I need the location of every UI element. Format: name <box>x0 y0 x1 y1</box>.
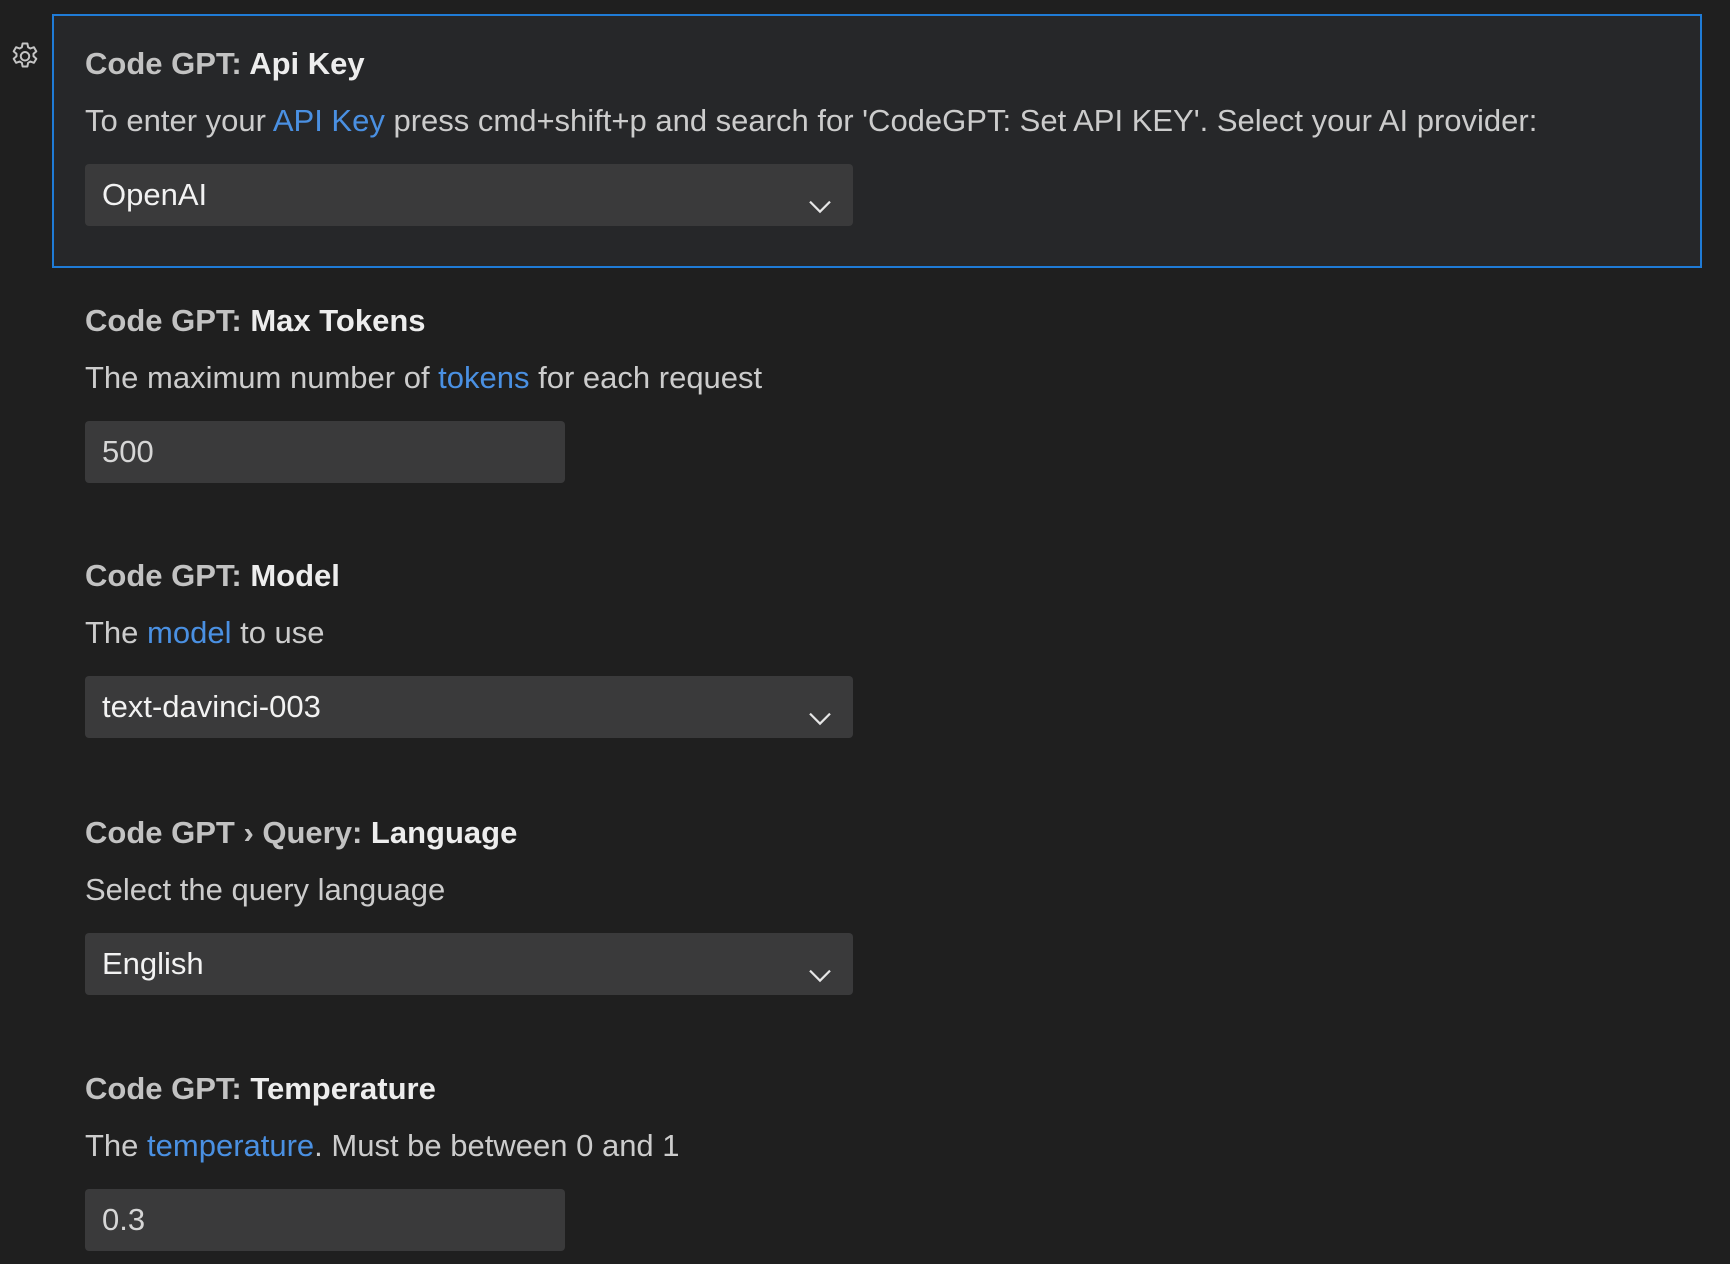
settings-pane: Code GPT: Api Key To enter your API Key … <box>0 0 1730 1264</box>
query-language-dropdown[interactable]: English <box>85 933 853 995</box>
max-tokens-input[interactable] <box>85 421 565 483</box>
ai-provider-dropdown[interactable]: OpenAI <box>85 164 853 226</box>
setting-title: Code GPT: Model <box>85 558 340 593</box>
model-link[interactable]: model <box>147 615 231 650</box>
setting-description: The temperature. Must be between 0 and 1 <box>85 1128 680 1163</box>
chevron-down-icon <box>805 692 835 726</box>
setting-description: The maximum number of tokens for each re… <box>85 360 763 395</box>
model-dropdown[interactable]: text-davinci-003 <box>85 676 853 738</box>
setting-title: Code GPT: Temperature <box>85 1071 436 1106</box>
setting-max-tokens: Code GPT: Max Tokens The maximum number … <box>52 301 1702 483</box>
setting-description: The model to use <box>85 615 325 650</box>
setting-description: Select the query language <box>85 872 446 907</box>
dropdown-value: OpenAI <box>102 177 208 212</box>
setting-temperature: Code GPT: Temperature The temperature. M… <box>52 1069 1702 1251</box>
setting-model: Code GPT: Model The model to use text-da… <box>52 556 1702 738</box>
setting-query-language: Code GPT › Query: Language Select the qu… <box>52 813 1702 995</box>
tokens-link[interactable]: tokens <box>438 360 529 395</box>
setting-title: Code GPT › Query: Language <box>85 815 518 850</box>
gear-icon[interactable] <box>8 40 42 74</box>
temperature-link[interactable]: temperature <box>147 1128 314 1163</box>
temperature-input[interactable] <box>85 1189 565 1251</box>
setting-title: Code GPT: Api Key <box>85 46 365 81</box>
chevron-down-icon <box>805 180 835 214</box>
api-key-link[interactable]: API Key <box>273 103 385 138</box>
setting-title: Code GPT: Max Tokens <box>85 303 426 338</box>
chevron-down-icon <box>805 949 835 983</box>
setting-api-key: Code GPT: Api Key To enter your API Key … <box>52 14 1702 268</box>
dropdown-value: English <box>102 946 204 981</box>
setting-description: To enter your API Key press cmd+shift+p … <box>85 103 1538 138</box>
dropdown-value: text-davinci-003 <box>102 689 321 724</box>
